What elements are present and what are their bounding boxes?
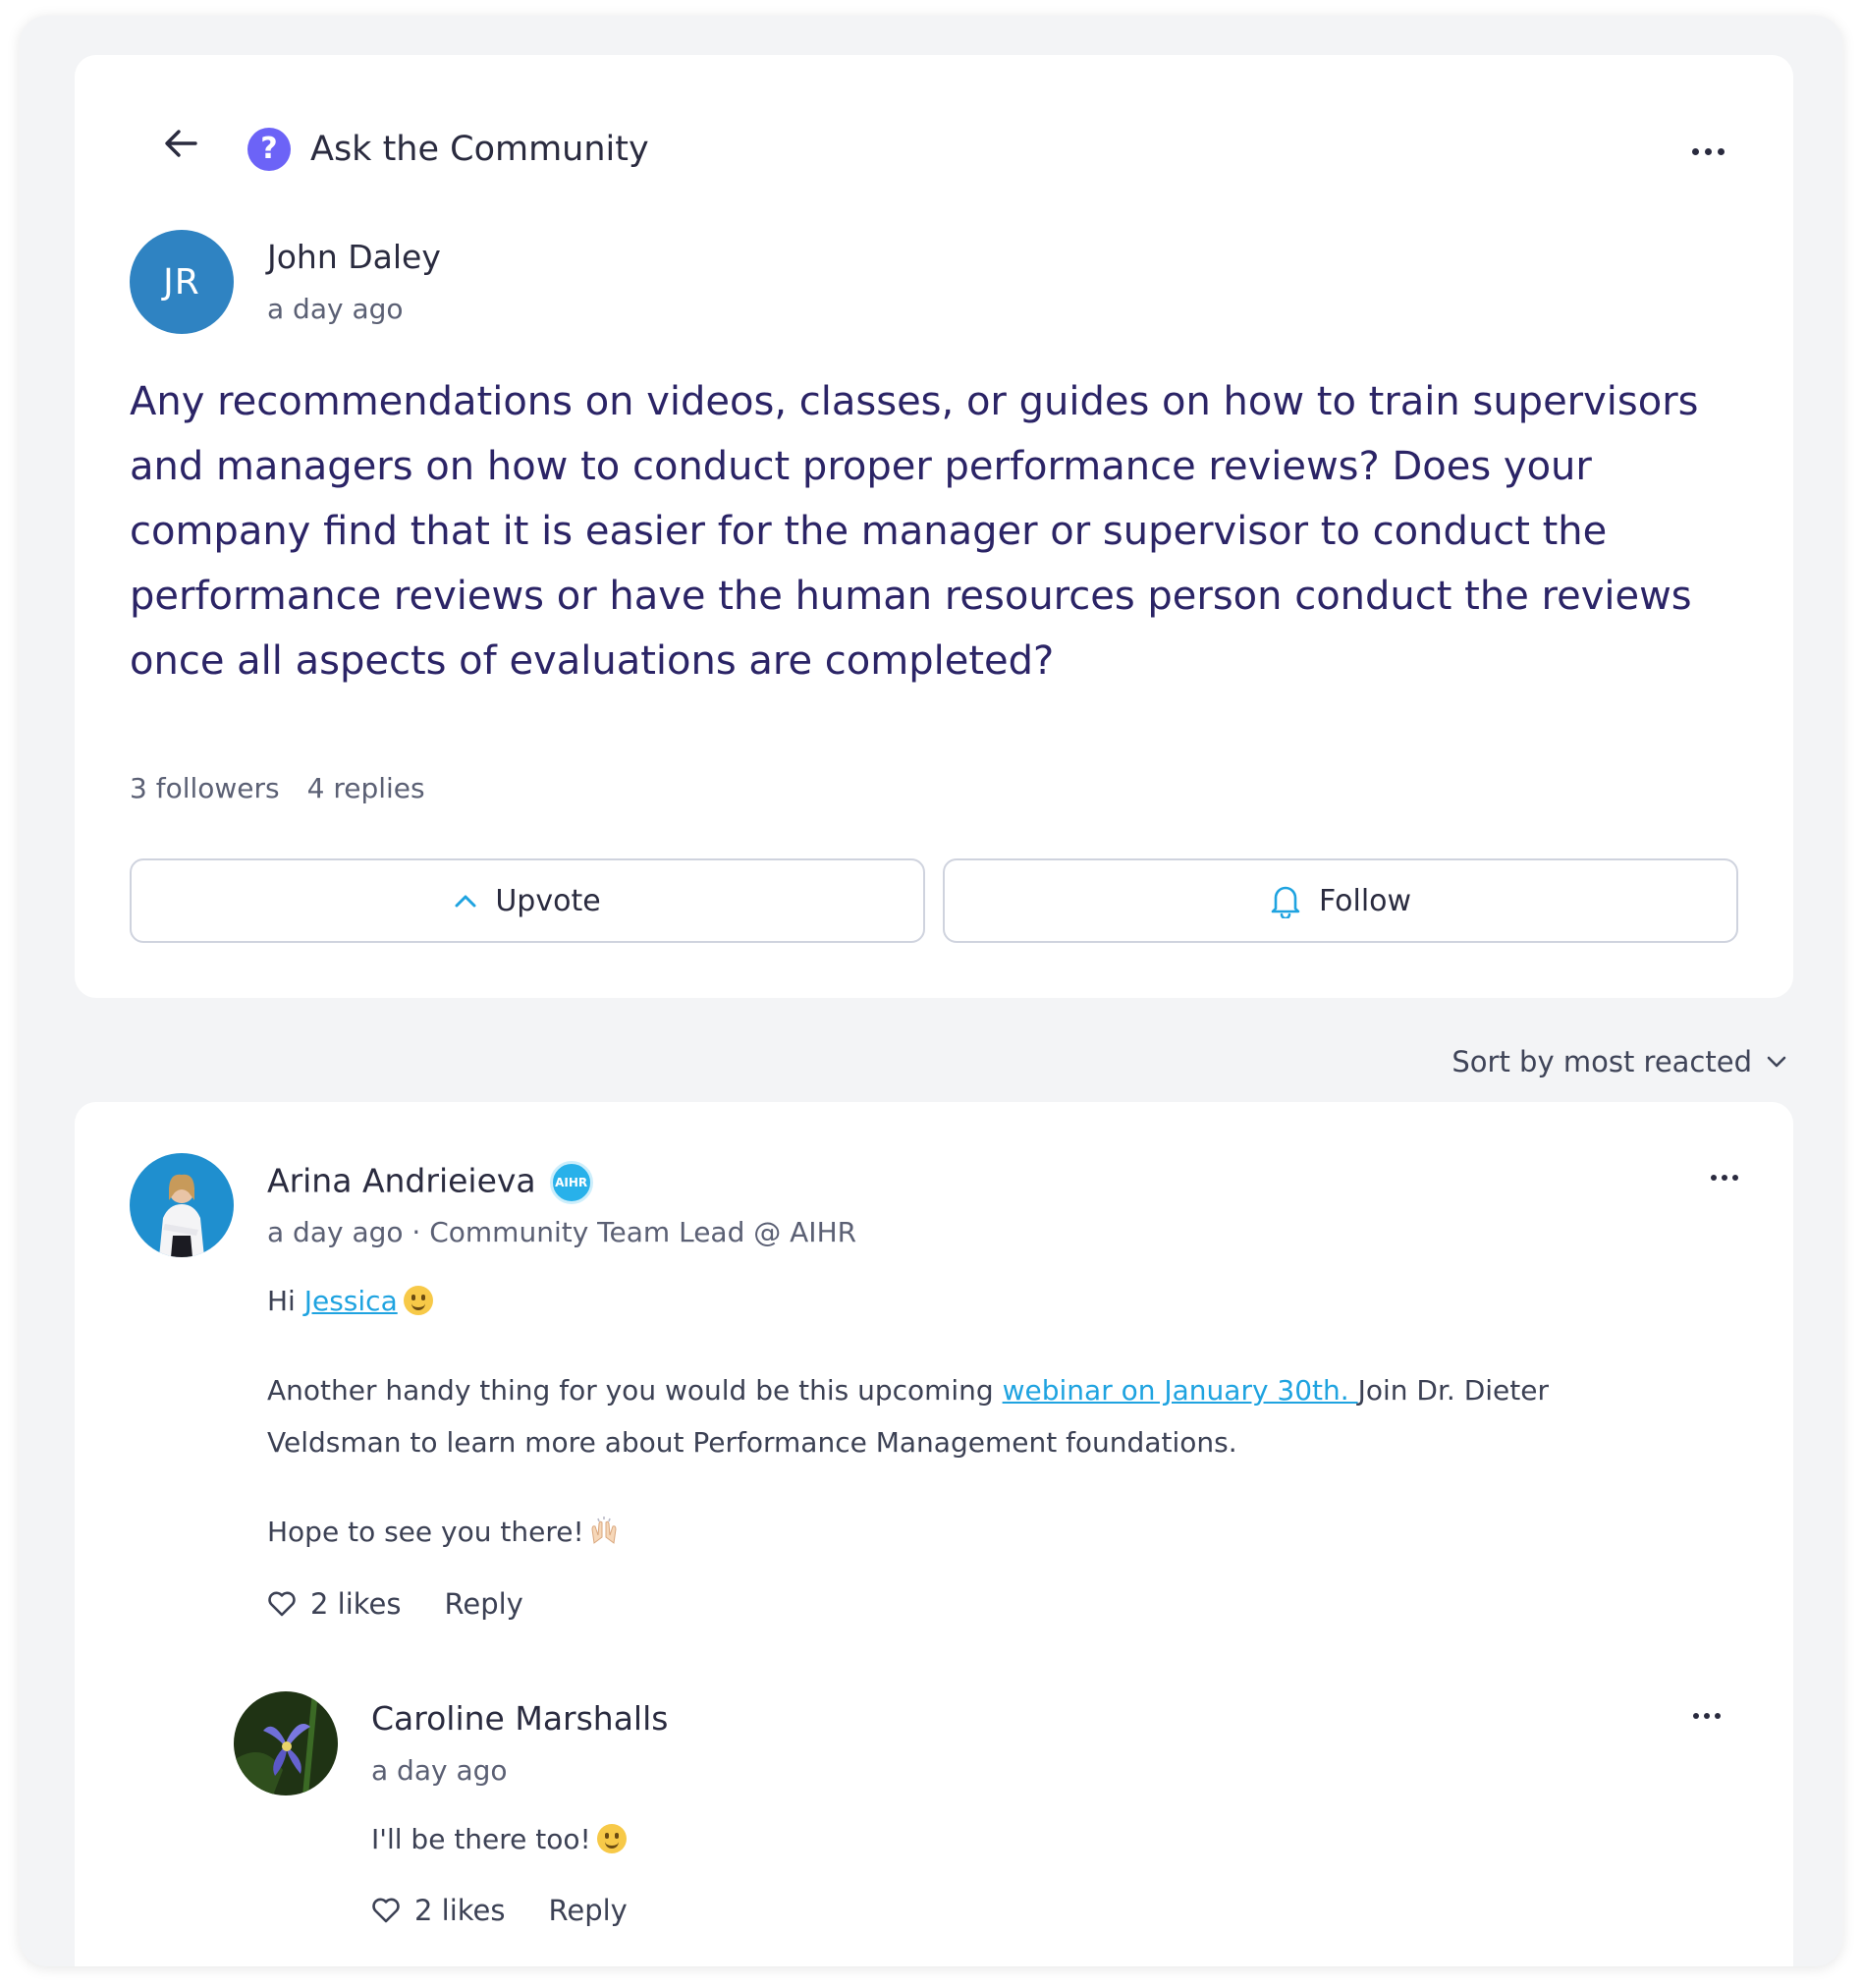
more-options-button[interactable] <box>1683 132 1732 171</box>
reply-actions: 2 likes Reply <box>267 1587 523 1621</box>
reply-button[interactable]: Reply <box>549 1894 628 1927</box>
post-card: ? Ask the Community JR John Daley a day … <box>75 55 1793 998</box>
question-text: Any recommendations on videos, classes, … <box>130 379 1699 684</box>
smiling-face-emoji-icon <box>403 1286 433 1315</box>
sort-label: Sort by most reacted <box>1451 1045 1752 1078</box>
mention-link[interactable]: Jessica <box>304 1285 398 1317</box>
reply-actions: 2 likes Reply <box>371 1894 628 1927</box>
chevron-up-icon <box>455 895 476 908</box>
aihr-badge-icon: AIHR <box>549 1161 593 1204</box>
post-stats: 3 followers 4 replies <box>130 772 425 804</box>
ellipsis-icon <box>1693 1713 1699 1719</box>
avatar[interactable] <box>234 1691 338 1795</box>
reply-paragraph: Hope to see you there! <box>267 1506 1681 1558</box>
raising-hands-emoji-icon <box>591 1517 617 1544</box>
heart-icon <box>268 1591 296 1617</box>
reply-author-name[interactable]: Arina Andrieieva AIHR <box>267 1161 593 1204</box>
question-circle-icon: ? <box>247 128 291 171</box>
reply-greeting: Hi Jessica <box>267 1275 1681 1327</box>
avatar[interactable]: JR <box>130 230 234 334</box>
replies-count[interactable]: 4 replies <box>307 772 425 804</box>
smiling-face-emoji-icon <box>596 1824 627 1853</box>
like-count: 2 likes <box>414 1894 506 1927</box>
like-button[interactable]: 2 likes <box>267 1587 402 1621</box>
reply-more-button[interactable] <box>1705 1169 1744 1187</box>
app-frame: ? Ask the Community JR John Daley a day … <box>20 16 1842 1966</box>
follow-button[interactable]: Follow <box>943 858 1738 943</box>
follow-label: Follow <box>1318 883 1412 918</box>
upvote-button[interactable]: Upvote <box>130 858 925 943</box>
heart-icon <box>372 1898 400 1923</box>
reply-author-name[interactable]: Caroline Marshalls <box>371 1699 668 1738</box>
top-bar: ? Ask the Community <box>75 55 1793 202</box>
chevron-down-icon <box>1767 1056 1786 1068</box>
back-button[interactable] <box>151 114 210 173</box>
post-timestamp: a day ago <box>267 293 404 325</box>
reply-meta: a day ago <box>371 1754 508 1787</box>
reply-button[interactable]: Reply <box>445 1587 523 1621</box>
author-name[interactable]: John Daley <box>267 238 441 276</box>
reply-body: Hi Jessica Another handy thing for you w… <box>267 1275 1681 1558</box>
reply-more-button[interactable] <box>1687 1707 1726 1725</box>
avatar[interactable] <box>130 1153 234 1257</box>
ellipsis-icon <box>1691 147 1699 155</box>
reply-meta: a day ago · Community Team Lead @ AIHR <box>267 1216 857 1248</box>
avatar-photo <box>130 1153 234 1257</box>
page-title: Ask the Community <box>310 130 649 169</box>
like-count: 2 likes <box>310 1587 402 1621</box>
reply-body: I'll be there too! <box>371 1813 1648 1865</box>
sort-dropdown[interactable]: Sort by most reacted <box>1451 1045 1787 1078</box>
followers-count[interactable]: 3 followers <box>130 772 280 804</box>
upvote-label: Upvote <box>495 883 601 918</box>
avatar-photo <box>234 1691 338 1795</box>
arrow-left-icon <box>165 130 197 157</box>
like-button[interactable]: 2 likes <box>371 1894 506 1927</box>
webinar-link[interactable]: webinar on January 30th. <box>1003 1374 1358 1407</box>
bell-icon <box>1271 886 1300 918</box>
replies-card: Arina Andrieieva AIHR a day ago · Communi… <box>75 1102 1793 1966</box>
ellipsis-icon <box>1711 1175 1717 1181</box>
reply-paragraph: Another handy thing for you would be thi… <box>267 1374 1549 1459</box>
